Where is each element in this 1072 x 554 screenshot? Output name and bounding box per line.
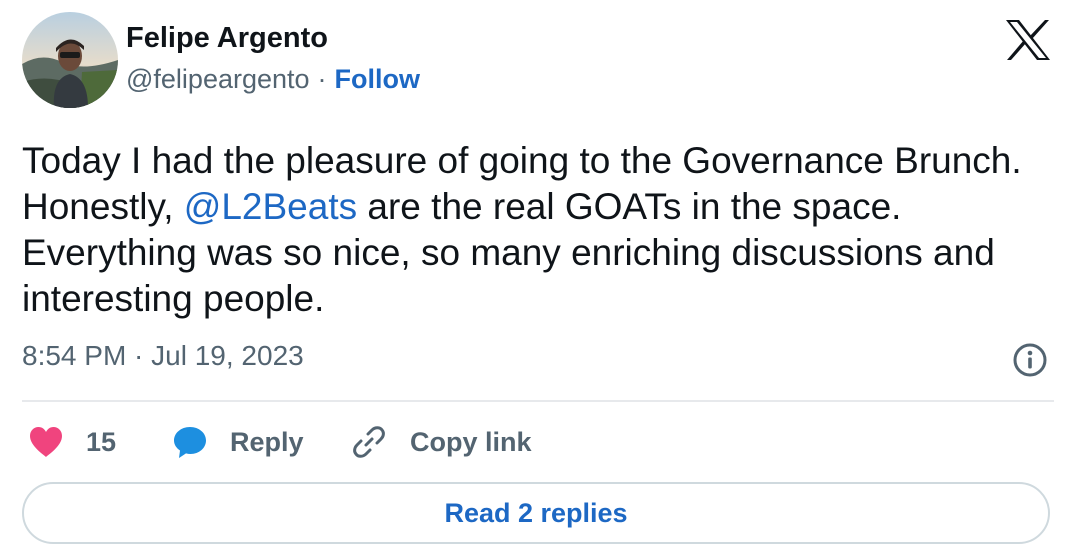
avatar[interactable] (22, 12, 118, 108)
avatar-photo (22, 12, 118, 108)
link-icon (353, 426, 385, 458)
reply-button[interactable]: Reply (172, 420, 304, 464)
tweet-card: Felipe Argento @felipeargento · Follow Tod… (0, 0, 1072, 554)
x-logo-icon[interactable] (1004, 18, 1052, 62)
like-count: 15 (86, 426, 117, 457)
like-button[interactable]: 15 (28, 420, 116, 464)
copy-link-button[interactable]: Copy link (352, 420, 532, 464)
info-icon[interactable] (1012, 342, 1048, 378)
handle-row: @felipeargento · Follow (126, 64, 420, 95)
author-name[interactable]: Felipe Argento (126, 22, 328, 55)
separator-dot: · (317, 64, 327, 94)
mention-link[interactable]: @L2Beats (184, 186, 357, 227)
speech-bubble-icon (174, 427, 206, 458)
reply-label: Reply (230, 426, 304, 457)
timestamp[interactable]: 8:54 PM · Jul 19, 2023 (22, 340, 304, 372)
author-handle[interactable]: @felipeargento (126, 64, 310, 94)
read-replies-button[interactable]: Read 2 replies (22, 482, 1050, 544)
heart-icon (30, 427, 62, 457)
divider (22, 400, 1054, 402)
follow-button[interactable]: Follow (335, 64, 420, 94)
copy-link-label: Copy link (410, 426, 532, 457)
tweet-text: Today I had the pleasure of going to the… (22, 138, 1042, 322)
